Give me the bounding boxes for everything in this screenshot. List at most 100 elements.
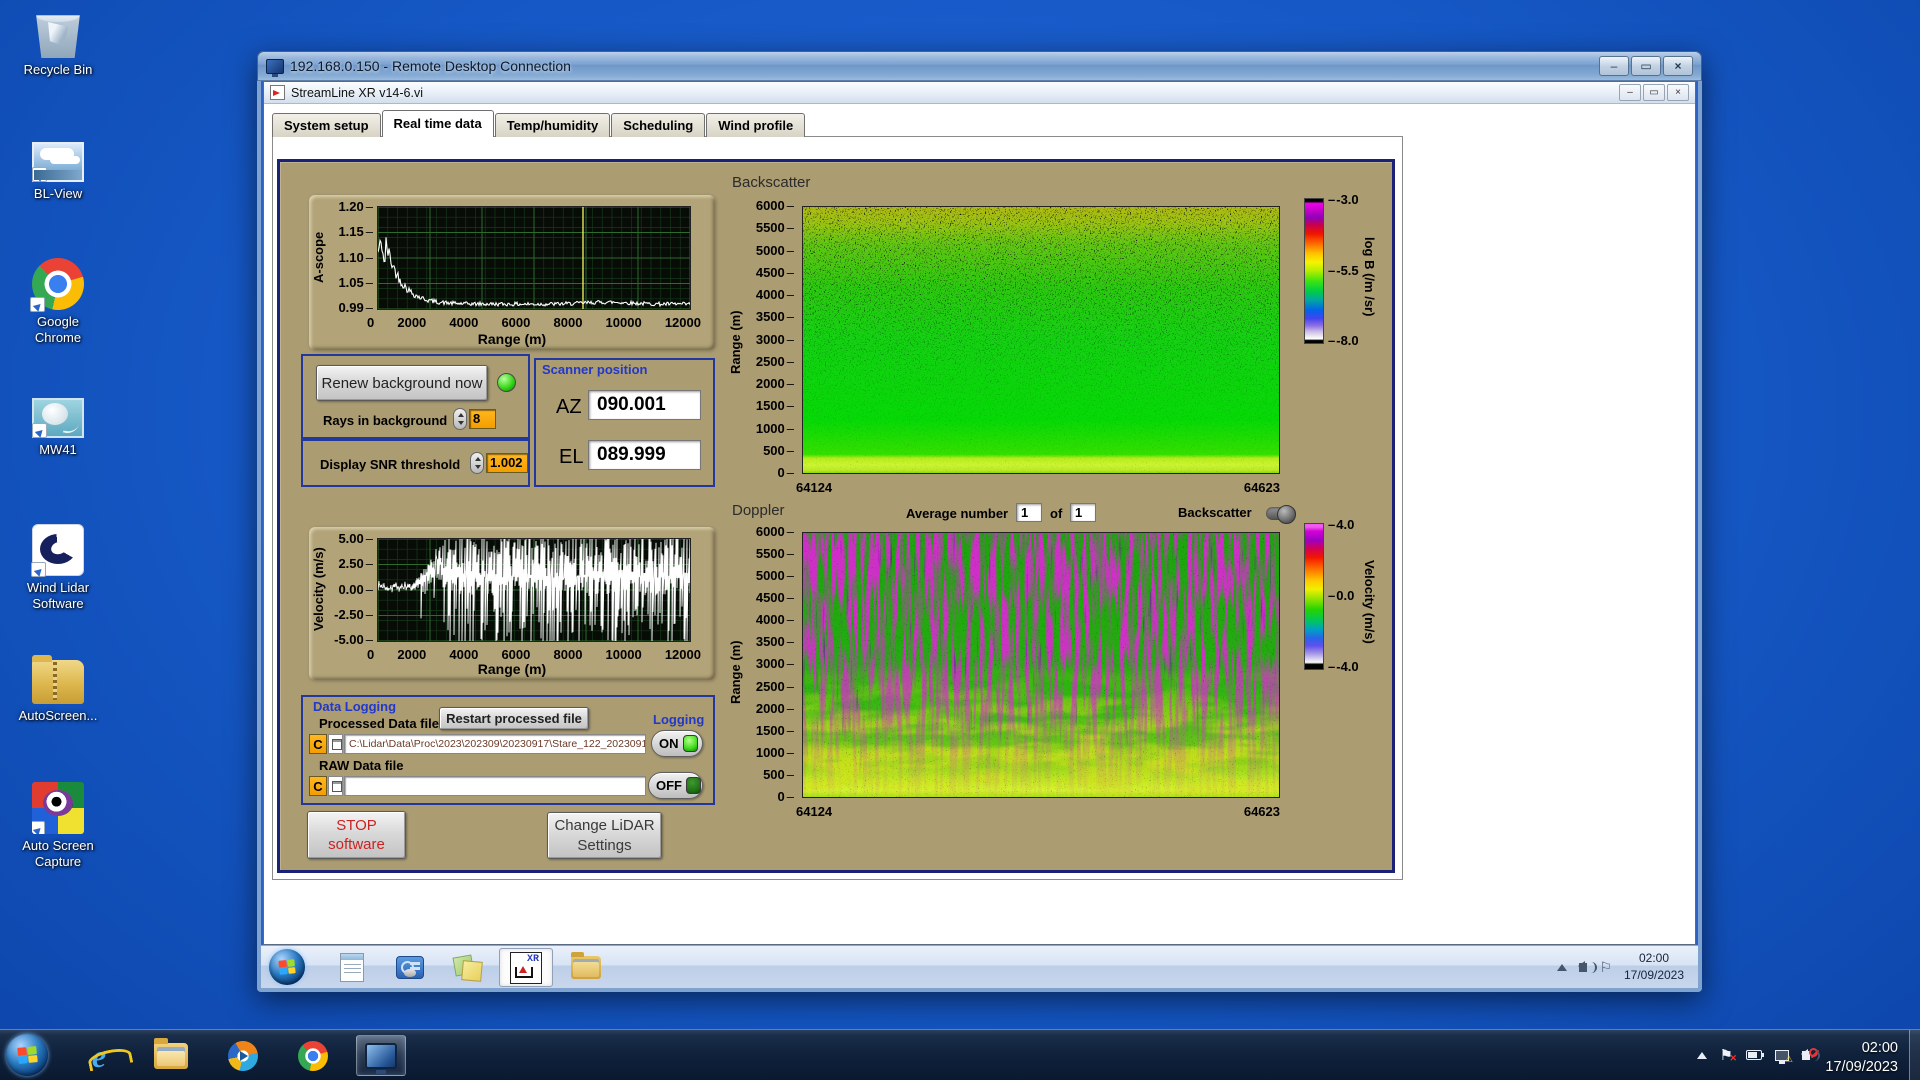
doppler-title: Doppler xyxy=(732,502,785,519)
minimize-button[interactable]: – xyxy=(1599,56,1629,76)
tab-real-time-data[interactable]: Real time data xyxy=(382,110,494,137)
remote-tray-expand-icon[interactable] xyxy=(1557,964,1567,971)
tick-label: 4000 xyxy=(756,614,794,625)
tick-label: 4000 xyxy=(449,315,478,330)
remote-taskbar-folder-button[interactable] xyxy=(559,948,613,987)
host-taskbar-rdp-button[interactable] xyxy=(356,1035,406,1076)
processed-drive-box[interactable]: C xyxy=(309,734,327,754)
el-value[interactable]: 089.999 xyxy=(588,440,701,470)
vi-restore-button[interactable]: ▭ xyxy=(1643,84,1665,101)
average-number-label: Average number xyxy=(906,506,1008,521)
tick-label: 3000 xyxy=(756,334,794,345)
processed-logging-on-button[interactable]: ON xyxy=(651,730,703,757)
tick-label: 500 xyxy=(763,445,794,456)
remote-taskbar-notes-button[interactable] xyxy=(441,948,495,987)
windows-flag-icon xyxy=(278,959,295,975)
ascope-yticks: 1.201.151.101.050.99 xyxy=(327,201,373,313)
remote-taskbar-streamline-button[interactable]: XR xyxy=(499,948,553,987)
tick-label: 0.0 xyxy=(1328,590,1359,601)
desktop-icon-wind-lidar[interactable]: Wind Lidar Software xyxy=(14,524,102,613)
backscatter-ylabel: Range (m) xyxy=(728,262,743,422)
tab-scheduling[interactable]: Scheduling xyxy=(611,113,705,137)
vi-content: System setupReal time dataTemp/humidityS… xyxy=(264,104,1695,944)
remote-volume-icon[interactable] xyxy=(1579,963,1587,972)
realtime-panel: A-scope 1.201.151.101.050.99 02000400060… xyxy=(277,159,1395,873)
raw-drive-box[interactable]: C xyxy=(309,776,327,796)
backscatter-toggle[interactable] xyxy=(1266,507,1296,520)
change-lidar-settings-button[interactable]: Change LiDAR Settings xyxy=(547,812,662,859)
tick-label: 4500 xyxy=(756,592,794,603)
desktop-icon-bl-view[interactable]: BL-View xyxy=(14,136,102,202)
desktop-icon-recycle-bin[interactable]: Recycle Bin xyxy=(14,6,102,78)
tab-bar: System setupReal time dataTemp/humidityS… xyxy=(272,110,806,137)
action-center-icon[interactable]: ⚑✕ xyxy=(1720,1046,1733,1064)
host-taskbar-wmp-button[interactable] xyxy=(218,1035,268,1076)
vi-close-button[interactable]: × xyxy=(1667,84,1689,101)
backscatter-heatmap xyxy=(803,207,1279,473)
host-taskbar-chrome-button[interactable] xyxy=(288,1035,338,1076)
tick-label: 4000 xyxy=(756,289,794,300)
doppler-x-end: 64623 xyxy=(1220,804,1280,819)
average-total-value[interactable]: 1 xyxy=(1070,503,1096,522)
network-warning-icon[interactable]: ⚠ xyxy=(1775,1050,1789,1061)
tick-label: 6000 xyxy=(756,200,794,211)
file-explorer-icon xyxy=(154,1043,188,1069)
remote-taskbar-notepad-button[interactable] xyxy=(325,948,379,987)
desktop-icon-auto-screen-capture[interactable]: Auto Screen Capture xyxy=(14,782,102,871)
raw-path-field[interactable] xyxy=(344,776,646,796)
close-button[interactable]: × xyxy=(1663,56,1693,76)
windows-flag-icon xyxy=(17,1046,38,1064)
raw-logging-off-button[interactable]: OFF xyxy=(648,772,703,799)
rays-value[interactable]: 8 xyxy=(469,409,496,429)
doppler-colorbar xyxy=(1304,523,1324,670)
stop-software-button[interactable]: STOP software xyxy=(307,811,406,859)
restart-processed-button[interactable]: Restart processed file xyxy=(439,707,589,730)
tick-label: 2.50 xyxy=(338,558,373,569)
rdp-titlebar[interactable]: 192.168.0.150 - Remote Desktop Connectio… xyxy=(257,51,1702,81)
tick-label: -4.0 xyxy=(1328,661,1359,672)
tick-label: 0.00 xyxy=(338,584,373,595)
velocity-xlabel: Range (m) xyxy=(309,661,715,677)
desktop-icon-mw41[interactable]: MW41 xyxy=(14,392,102,458)
tick-label: 6000 xyxy=(756,526,794,537)
snr-spinner[interactable] xyxy=(470,452,484,474)
maximize-button[interactable]: ▭ xyxy=(1631,56,1661,76)
desktop-icon-zip-folder[interactable]: AutoScreen... xyxy=(14,656,102,724)
processed-browse-icon[interactable] xyxy=(328,734,343,754)
tick-label: -5.5 xyxy=(1328,265,1359,276)
tab-system-setup[interactable]: System setup xyxy=(272,113,381,137)
remote-start-button[interactable] xyxy=(269,949,305,985)
tick-label: 0 xyxy=(778,467,794,478)
host-taskbar-ie-button[interactable]: e xyxy=(74,1035,124,1076)
az-value[interactable]: 090.001 xyxy=(588,390,701,420)
tick-label: 5500 xyxy=(756,222,794,233)
snr-value[interactable]: 1.002 xyxy=(486,453,528,473)
renew-background-button[interactable]: Renew background now xyxy=(316,365,488,401)
tick-label: 1500 xyxy=(756,725,794,736)
off-label: OFF xyxy=(656,778,682,793)
show-desktop-button[interactable] xyxy=(1909,1030,1920,1080)
vi-minimize-button[interactable]: – xyxy=(1619,84,1641,101)
remote-clock[interactable]: 02:00 17/09/2023 xyxy=(1616,950,1692,984)
host-clock[interactable]: 02:00 17/09/2023 xyxy=(1808,1039,1898,1077)
desktop-icon-label: Auto Screen Capture xyxy=(14,838,102,871)
tick-label: 6000 xyxy=(501,315,530,330)
tick-label: 12000 xyxy=(665,647,701,662)
tab-temp-humidity[interactable]: Temp/humidity xyxy=(495,113,610,137)
tray-expand-icon[interactable] xyxy=(1697,1052,1707,1059)
rays-spinner[interactable] xyxy=(453,408,467,430)
average-number-value[interactable]: 1 xyxy=(1016,503,1042,522)
vi-titlebar[interactable]: StreamLine XR v14-6.vi – ▭ × xyxy=(264,82,1695,104)
host-taskbar-explorer-button[interactable] xyxy=(146,1035,196,1076)
remote-taskbar-settings-button[interactable] xyxy=(383,948,437,987)
raw-browse-icon[interactable] xyxy=(328,776,343,796)
battery-icon[interactable] xyxy=(1746,1050,1762,1060)
rdp-window-title: 192.168.0.150 - Remote Desktop Connectio… xyxy=(290,58,571,74)
backscatter-yticks: 6000550050004500400035003000250020001500… xyxy=(746,200,794,478)
backscatter-toggle-label: Backscatter xyxy=(1178,505,1252,520)
processed-path-field[interactable]: C:\Lidar\Data\Proc\2023\202309\20230917\… xyxy=(344,734,646,754)
desktop-icon-chrome[interactable]: Google Chrome xyxy=(14,258,102,347)
host-start-button[interactable] xyxy=(6,1034,48,1076)
remote-action-center-icon[interactable]: ⚐ xyxy=(1599,959,1612,976)
tab-wind-profile[interactable]: Wind profile xyxy=(706,113,805,137)
